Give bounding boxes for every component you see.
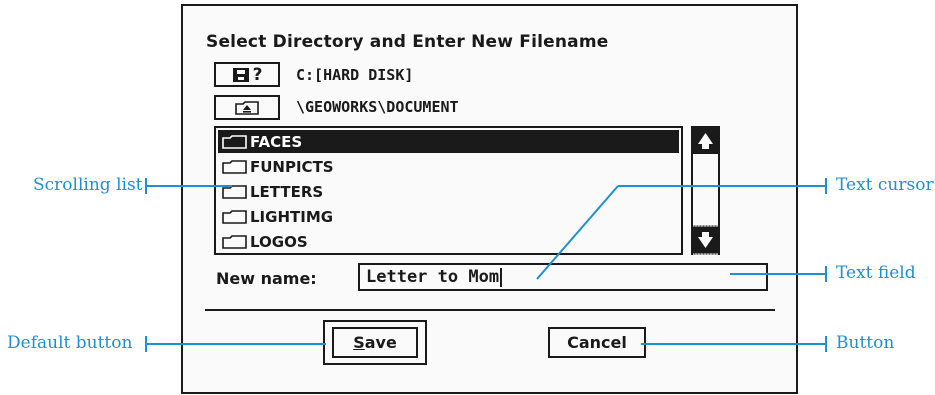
callout-button: Button bbox=[836, 333, 895, 353]
callout-text-field: Text field bbox=[836, 263, 916, 283]
callout-scrolling-list: Scrolling list bbox=[33, 175, 143, 195]
callout-text-cursor: Text cursor bbox=[836, 175, 934, 195]
callout-default-button: Default button bbox=[7, 333, 133, 353]
annotation-lines bbox=[145, 178, 827, 352]
